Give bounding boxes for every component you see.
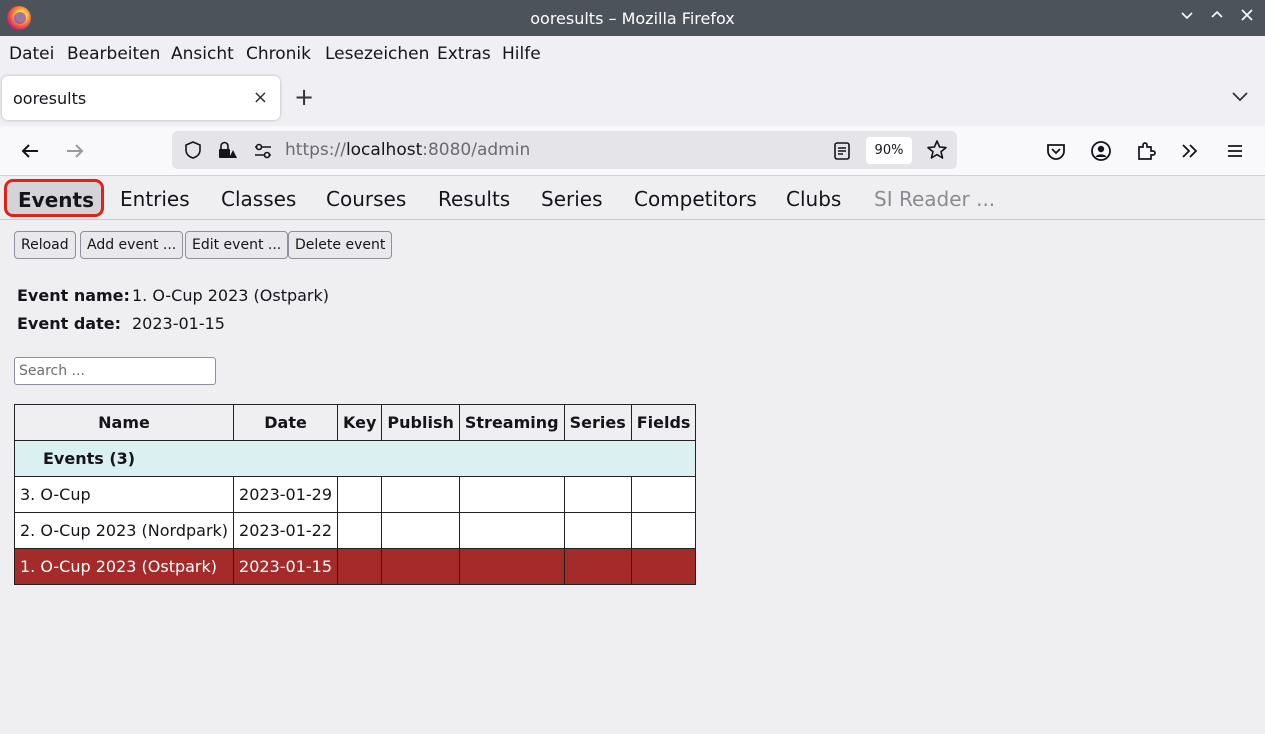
reload-button[interactable]: Reload (14, 231, 76, 259)
tab-courses[interactable]: Courses (326, 187, 406, 211)
close-tab-icon[interactable]: × (253, 87, 268, 108)
cell-key (337, 476, 383, 513)
table-row[interactable]: 3. O-Cup 2023-01-29 (13, 476, 697, 513)
cell-fields (630, 548, 697, 585)
cell-name: 1. O-Cup 2023 (Ostpark) (13, 548, 235, 585)
column-header-publish[interactable]: Publish (381, 404, 460, 441)
url-host: localhost (345, 140, 423, 160)
menu-lesezeichen[interactable]: Lesezeichen (325, 44, 429, 64)
browser-tabstrip: ooresults × + (0, 70, 1265, 126)
menu-chronik[interactable]: Chronik (246, 44, 311, 64)
group-row[interactable]: Events (3) (13, 440, 697, 477)
back-icon[interactable] (16, 137, 44, 165)
cell-publish (381, 476, 460, 513)
reader-view-icon[interactable] (833, 141, 851, 161)
cell-streaming (458, 548, 565, 585)
app-tabbar: Events Entries Classes Courses Results S… (0, 177, 1265, 220)
close-window-icon[interactable] (1236, 6, 1258, 28)
event-name-label: Event name: (17, 286, 130, 305)
browser-tab[interactable]: ooresults × (2, 76, 280, 120)
table-header-row: Name Date Key Publish Streaming Series F… (13, 404, 697, 441)
tab-entries[interactable]: Entries (120, 187, 190, 211)
list-all-tabs-icon[interactable] (1231, 87, 1249, 105)
overflow-chevron-icon[interactable] (1176, 137, 1204, 165)
maximize-icon[interactable] (1206, 6, 1228, 28)
menu-hilfe[interactable]: Hilfe (502, 44, 541, 64)
menu-datei[interactable]: Datei (9, 44, 54, 64)
cell-publish (381, 548, 460, 585)
permissions-icon[interactable] (253, 142, 273, 160)
column-header-date[interactable]: Date (233, 404, 339, 441)
cell-key (337, 512, 383, 549)
event-name-value: 1. O-Cup 2023 (Ostpark) (132, 286, 330, 305)
add-event-button[interactable]: Add event ... (80, 231, 184, 259)
tab-results[interactable]: Results (438, 187, 510, 211)
cell-fields (630, 476, 697, 513)
column-header-name[interactable]: Name (13, 404, 235, 441)
table-row-selected[interactable]: 1. O-Cup 2023 (Ostpark) 2023-01-15 (13, 548, 697, 585)
edit-event-button[interactable]: Edit event ... (185, 231, 289, 259)
search-input[interactable] (14, 357, 216, 385)
cell-fields (630, 512, 697, 549)
window-titlebar: ooresults – Mozilla Firefox (0, 0, 1265, 36)
column-header-key[interactable]: Key (337, 404, 383, 441)
navigation-toolbar: https://localhost:8080/admin 90% (0, 126, 1265, 176)
tab-series[interactable]: Series (541, 187, 603, 211)
cell-publish (381, 512, 460, 549)
column-header-streaming[interactable]: Streaming (458, 404, 565, 441)
new-tab-button[interactable]: + (294, 85, 314, 109)
cell-series (563, 476, 632, 513)
cell-name: 3. O-Cup (13, 476, 235, 513)
cell-date: 2023-01-15 (233, 548, 339, 585)
delete-event-button[interactable]: Delete event (288, 231, 393, 259)
menu-bearbeiten[interactable]: Bearbeiten (67, 44, 160, 64)
cell-key (337, 548, 383, 585)
events-table: Name Date Key Publish Streaming Series F… (13, 404, 697, 585)
tab-competitors[interactable]: Competitors (634, 187, 757, 211)
url-path: :8080/admin (422, 140, 531, 160)
tab-classes[interactable]: Classes (221, 187, 296, 211)
url-text[interactable]: https://localhost:8080/admin (285, 140, 530, 160)
tab-events-label: Events (18, 188, 94, 212)
shield-icon[interactable] (183, 140, 203, 160)
zoom-level-button[interactable]: 90% (866, 137, 912, 164)
tab-events[interactable]: Events (4, 179, 104, 217)
url-bar[interactable]: https://localhost:8080/admin 90% (172, 131, 957, 169)
menu-ansicht[interactable]: Ansicht (171, 44, 234, 64)
tab-si-reader: SI Reader ... (874, 187, 996, 211)
cell-streaming (458, 476, 565, 513)
cell-name: 2. O-Cup 2023 (Nordpark) (13, 512, 235, 549)
account-icon[interactable] (1087, 137, 1115, 165)
bookmark-star-icon[interactable] (926, 139, 948, 161)
cell-series (563, 512, 632, 549)
extensions-icon[interactable] (1132, 137, 1160, 165)
column-header-fields[interactable]: Fields (630, 404, 697, 441)
window-title: ooresults – Mozilla Firefox (530, 9, 735, 28)
forward-icon[interactable] (61, 137, 89, 165)
url-scheme: https:// (285, 140, 346, 160)
cell-series (563, 548, 632, 585)
event-date-value: 2023-01-15 (132, 314, 225, 333)
tab-clubs[interactable]: Clubs (786, 187, 841, 211)
group-label: Events (3) (13, 440, 697, 477)
hamburger-menu-icon[interactable] (1221, 137, 1249, 165)
menubar: Datei Bearbeiten Ansicht Chronik Lesezei… (0, 36, 1265, 70)
table-row[interactable]: 2. O-Cup 2023 (Nordpark) 2023-01-22 (13, 512, 697, 549)
lock-warning-icon[interactable] (216, 140, 238, 162)
browser-tab-title: ooresults (13, 89, 87, 108)
pocket-icon[interactable] (1042, 137, 1070, 165)
minimize-icon[interactable] (1176, 6, 1198, 28)
column-header-series[interactable]: Series (563, 404, 632, 441)
cell-streaming (458, 512, 565, 549)
cell-date: 2023-01-29 (233, 476, 339, 513)
event-date-label: Event date: (17, 314, 121, 333)
menu-extras[interactable]: Extras (437, 44, 491, 64)
cell-date: 2023-01-22 (233, 512, 339, 549)
